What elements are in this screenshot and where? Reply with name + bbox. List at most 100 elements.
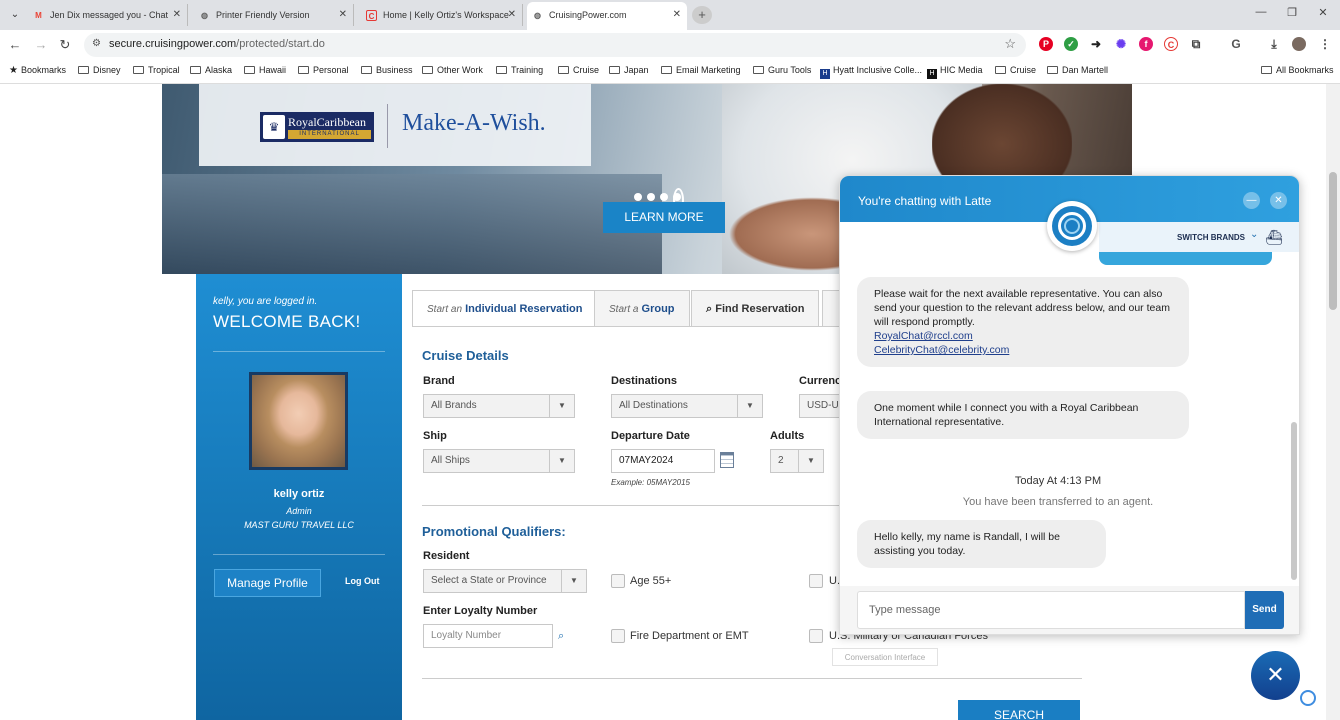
close-icon[interactable]: ✕: [508, 4, 516, 26]
chevron-down-icon[interactable]: ⌄: [1250, 229, 1258, 240]
bookmark-star-icon[interactable]: ☆: [1004, 36, 1016, 52]
kebab-menu-icon[interactable]: ⋮: [1318, 37, 1332, 51]
close-icon[interactable]: ✕: [173, 4, 181, 26]
bookmark-folder[interactable]: Training: [496, 65, 543, 75]
site-info-icon[interactable]: ⚙: [92, 38, 101, 49]
minimize-icon[interactable]: —: [1243, 192, 1260, 209]
bookmark-folder[interactable]: Tropical: [133, 65, 180, 75]
bookmark-folder[interactable]: Guru Tools: [753, 65, 811, 75]
bookmark-folder[interactable]: Japan: [609, 65, 649, 75]
chevron-down-icon: ▼: [561, 570, 586, 592]
download-icon[interactable]: ⤓: [1267, 37, 1281, 51]
royalchat-email-link[interactable]: RoyalChat@rccl.com: [874, 329, 1172, 343]
minimize-button[interactable]: —: [1246, 6, 1276, 18]
message-input[interactable]: Type message: [857, 591, 1245, 629]
back-arrow-icon[interactable]: ←: [6, 36, 24, 54]
search-button[interactable]: SEARCH: [958, 700, 1080, 720]
bookmark-item[interactable]: H HIC Media: [927, 65, 983, 79]
carousel-dot[interactable]: [647, 193, 655, 201]
bookmark-folder[interactable]: Business: [361, 65, 413, 75]
manage-profile-button[interactable]: Manage Profile: [214, 569, 321, 597]
chat-scrollbar-thumb[interactable]: [1291, 422, 1297, 580]
brand-select[interactable]: All Brands ▼: [423, 394, 575, 418]
close-icon[interactable]: ✕: [673, 2, 681, 28]
promotional-qualifiers-title: Promotional Qualifiers:: [422, 524, 566, 539]
bookmark-folder[interactable]: Dan Martell: [1047, 65, 1108, 75]
loyalty-number-input[interactable]: Loyalty Number: [423, 624, 553, 648]
bookmarks-bar: ★ Bookmarks Disney Tropical Alaska Hawaii…: [0, 60, 1340, 84]
bookmark-folder[interactable]: Disney: [78, 65, 121, 75]
page-scrollbar[interactable]: [1326, 84, 1340, 720]
all-bookmarks[interactable]: All Bookmarks: [1261, 65, 1334, 75]
browser-tab-bar: ⌄ M Jen Dix messaged you - Chat ✕ ◍ Prin…: [0, 0, 1340, 30]
celebritychat-email-link[interactable]: CelebrityChat@celebrity.com: [874, 343, 1172, 357]
scrollbar-thumb[interactable]: [1329, 172, 1337, 310]
extensions-icon[interactable]: ⧉: [1189, 37, 1203, 51]
bookmark-item[interactable]: H Hyatt Inclusive Colle...: [820, 65, 922, 79]
tab-printer-friendly[interactable]: ◍ Printer Friendly Version ✕: [194, 4, 354, 26]
tab-group[interactable]: Start a Group: [594, 290, 690, 326]
send-button[interactable]: Send: [1245, 591, 1284, 629]
check-icon[interactable]: ✓: [1064, 37, 1078, 51]
close-chat-fab[interactable]: ✕: [1251, 651, 1300, 700]
military-checkbox[interactable]: [809, 629, 823, 643]
switch-brands-label[interactable]: SWITCH BRANDS: [1177, 233, 1245, 242]
google-icon[interactable]: G: [1229, 37, 1243, 51]
bookmark-folder[interactable]: Other Work: [422, 65, 483, 75]
welcome-panel: kelly, you are logged in. WELCOME BACK! …: [196, 274, 402, 720]
puzzle-gear-icon[interactable]: ✺: [1114, 37, 1128, 51]
new-tab-button[interactable]: +: [692, 6, 712, 24]
search-icon[interactable]: ⌕: [558, 630, 564, 643]
tab-chat[interactable]: M Jen Dix messaged you - Chat ✕: [28, 4, 188, 26]
bookmark-item[interactable]: ★ Bookmarks: [9, 65, 66, 76]
gmail-icon: M: [35, 11, 42, 20]
resident-select[interactable]: Select a State or Province ▼: [423, 569, 587, 593]
pinterest-icon[interactable]: P: [1039, 37, 1053, 51]
forward-arrow-icon[interactable]: →: [32, 36, 50, 54]
close-icon[interactable]: ✕: [1270, 192, 1287, 209]
workspace-extension-icon[interactable]: C: [1164, 37, 1178, 51]
profile-avatar-icon[interactable]: [1292, 37, 1306, 51]
us-checkbox[interactable]: [809, 574, 823, 588]
bookmark-folder[interactable]: Personal: [298, 65, 349, 75]
ship-select[interactable]: All Ships ▼: [423, 449, 575, 473]
resident-label: Resident: [423, 550, 470, 562]
bookmark-folder[interactable]: Alaska: [190, 65, 232, 75]
departure-date-input[interactable]: 07MAY2024: [611, 449, 715, 473]
learn-more-button[interactable]: LEARN MORE: [603, 202, 725, 233]
url-host: secure.cruisingpower.com: [109, 38, 237, 50]
carousel-dot[interactable]: [634, 193, 642, 201]
message-timestamp: Today At 4:13 PM: [1014, 475, 1102, 487]
reload-icon[interactable]: ↻: [56, 36, 74, 54]
fire-emt-checkbox[interactable]: [611, 629, 625, 643]
age-55-checkbox[interactable]: [611, 574, 625, 588]
calendar-icon[interactable]: [720, 452, 734, 468]
carousel-dot[interactable]: [660, 193, 668, 201]
close-icon[interactable]: ✕: [339, 4, 347, 26]
bookmark-folder[interactable]: Cruise: [995, 65, 1036, 75]
log-out-link[interactable]: Log Out: [345, 576, 380, 586]
close-window-button[interactable]: ✕: [1308, 6, 1338, 19]
tab-individual-reservation[interactable]: Start an Individual Reservation: [412, 290, 598, 327]
previous-message: [1099, 252, 1272, 265]
extension-icon[interactable]: f: [1139, 37, 1153, 51]
chat-scrollbar[interactable]: [1289, 256, 1299, 586]
destinations-select[interactable]: All Destinations ▼: [611, 394, 763, 418]
bookmark-folder[interactable]: Cruise: [558, 65, 599, 75]
bookmark-folder[interactable]: Email Marketing: [661, 65, 741, 75]
folder-icon: [1047, 66, 1058, 74]
chevron-down-icon: ▼: [798, 450, 823, 472]
url-field[interactable]: ⚙ secure.cruisingpower.com/protected/sta…: [84, 33, 1026, 57]
tab-workspace[interactable]: C Home | Kelly Ortiz's Workspace ✕: [361, 4, 523, 26]
folder-icon: [244, 66, 255, 74]
maximize-button[interactable]: ❐: [1277, 6, 1307, 19]
bookmark-folder[interactable]: Hawaii: [244, 65, 286, 75]
tab-cruisingpower[interactable]: ◍ CruisingPower.com ✕: [527, 2, 687, 30]
welcome-title: WELCOME BACK!: [213, 312, 361, 331]
chat-title: You're chatting with Latte: [858, 194, 992, 208]
adults-select[interactable]: 2 ▼: [770, 449, 824, 473]
tab-find-reservation[interactable]: ⌕ Find Reservation: [691, 290, 820, 326]
tab-search-icon[interactable]: ⌄: [6, 6, 24, 24]
arrow-icon[interactable]: ➜: [1089, 37, 1103, 51]
hyatt-icon: H: [820, 69, 830, 79]
